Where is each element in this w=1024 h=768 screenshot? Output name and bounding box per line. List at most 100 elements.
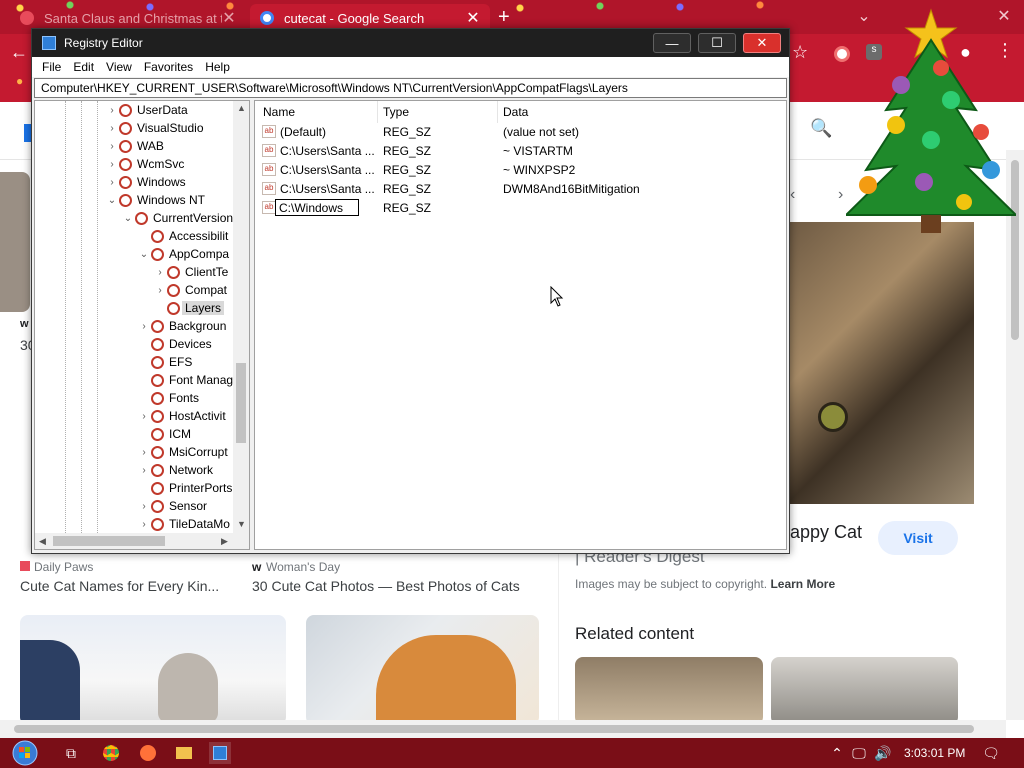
chevron-right-icon[interactable]: ›	[105, 159, 119, 170]
scroll-right-icon[interactable]: ▶	[221, 536, 228, 547]
volume-icon[interactable]: 🔊	[872, 742, 894, 764]
chevron-right-icon[interactable]: ›	[137, 447, 151, 458]
file-explorer-icon[interactable]	[173, 742, 195, 764]
tree-node[interactable]: Layers	[153, 299, 225, 317]
column-header-data[interactable]: Data	[503, 105, 528, 119]
tree-node[interactable]: › Windows	[105, 173, 185, 191]
chevron-down-icon[interactable]: ⌄	[105, 195, 119, 206]
tree-node[interactable]: › MsiCorrupt	[137, 443, 227, 461]
column-header-type[interactable]: Type	[383, 105, 409, 119]
windows-start-icon[interactable]	[6, 739, 44, 767]
taskbar-clock[interactable]: 3:03:01 PM	[904, 746, 965, 760]
chevron-left-icon[interactable]: ‹	[790, 186, 795, 204]
chevron-right-icon[interactable]: ›	[105, 105, 119, 116]
tree-node[interactable]: Fonts	[137, 389, 199, 407]
tree-node[interactable]: › Sensor	[137, 497, 207, 515]
column-divider[interactable]	[377, 101, 378, 123]
chevron-right-icon[interactable]: ›	[105, 177, 119, 188]
chrome-taskbar-icon[interactable]	[100, 742, 122, 764]
page-vertical-scrollbar[interactable]	[1006, 150, 1024, 720]
search-icon[interactable]: 🔍	[810, 118, 832, 139]
tree-node[interactable]: ICM	[137, 425, 191, 443]
chevron-right-icon[interactable]: ›	[137, 465, 151, 476]
visit-button[interactable]: Visit	[878, 521, 958, 555]
column-divider[interactable]	[497, 101, 498, 123]
result-thumbnail[interactable]	[0, 172, 30, 312]
tree-node[interactable]: › Backgroun	[137, 317, 226, 335]
chevron-up-icon[interactable]: ⌃	[826, 742, 848, 764]
chevron-right-icon[interactable]: ›	[137, 321, 151, 332]
chevron-right-icon[interactable]: ›	[137, 519, 151, 530]
registry-value-row[interactable]: ab (Default) REG_SZ (value not set)	[255, 123, 786, 142]
menu-view[interactable]: View	[100, 60, 138, 74]
tree-node[interactable]: Font Manag	[137, 371, 233, 389]
tree-node[interactable]: EFS	[137, 353, 192, 371]
tree-node[interactable]: Devices	[137, 335, 212, 353]
bookmark-icon[interactable]: ●	[16, 74, 23, 88]
maximize-button[interactable]: ☐	[698, 33, 736, 53]
result-title-womansday[interactable]: 30 Cute Cat Photos — Best Photos of Cats	[252, 578, 520, 594]
main-cat-image[interactable]	[788, 222, 974, 504]
close-tab-icon[interactable]: ✕	[466, 8, 480, 28]
chevron-right-icon[interactable]: ›	[838, 186, 843, 204]
tree-node[interactable]: › Compat	[153, 281, 227, 299]
tree-node[interactable]: › ClientTe	[153, 263, 228, 281]
tree-vertical-scrollbar[interactable]: ▲ ▼	[233, 101, 249, 533]
scrollbar-thumb[interactable]	[236, 363, 246, 443]
close-tab-icon[interactable]: ✕	[222, 8, 236, 28]
new-tab-button[interactable]: +	[498, 6, 510, 29]
star-icon[interactable]: ☆	[792, 42, 808, 63]
chevron-right-icon[interactable]: ›	[137, 411, 151, 422]
chevron-right-icon[interactable]: ›	[153, 285, 167, 296]
chevron-right-icon[interactable]: ›	[105, 141, 119, 152]
rename-value-input[interactable]	[275, 199, 359, 216]
tree-node[interactable]: ⌄ CurrentVersion	[121, 209, 233, 227]
chevron-right-icon[interactable]: ›	[153, 267, 167, 278]
kittens-orange-image[interactable]	[306, 615, 539, 725]
column-header-name[interactable]: Name	[263, 105, 295, 119]
menu-file[interactable]: File	[36, 60, 67, 74]
chevron-right-icon[interactable]: ›	[137, 501, 151, 512]
chevron-down-icon[interactable]: ⌄	[121, 213, 135, 224]
tree-node[interactable]: PrinterPorts	[137, 479, 232, 497]
tree-node[interactable]: › VisualStudio	[105, 119, 203, 137]
registry-value-row[interactable]: ab C:\Users\Santa ... REG_SZ DWM8And16BitMi…	[255, 180, 786, 199]
related-cat-image-1[interactable]	[575, 657, 763, 725]
kitten-white-image[interactable]	[20, 615, 286, 725]
registry-value-row[interactable]: ab C:\Users\Santa ... REG_SZ ~ VISTARTM	[255, 142, 786, 161]
minimize-button[interactable]: —	[653, 33, 691, 53]
tree-node[interactable]: Accessibilit	[137, 227, 228, 245]
tree-node[interactable]: ⌄ AppCompa	[137, 245, 229, 263]
tree-node[interactable]: › Network	[137, 461, 213, 479]
registry-editor-taskbar-icon[interactable]	[209, 742, 231, 764]
panel-title[interactable]: appy Cat	[790, 522, 862, 543]
tree-node[interactable]: ⌄ Windows NT	[105, 191, 205, 209]
chevron-down-icon[interactable]: ⌄	[137, 249, 151, 260]
tree-node[interactable]: › TileDataMo	[137, 515, 230, 533]
registry-value-row[interactable]: ab REG_SZ	[255, 199, 786, 218]
menu-help[interactable]: Help	[199, 60, 236, 74]
firefox-taskbar-icon[interactable]	[137, 742, 159, 764]
scrollbar-thumb[interactable]	[53, 536, 165, 546]
close-button[interactable]: ✕	[743, 33, 781, 53]
back-icon[interactable]: ←	[10, 42, 28, 63]
menu-edit[interactable]: Edit	[67, 60, 100, 74]
result-title-dailypaws[interactable]: Cute Cat Names for Every Kin...	[20, 578, 219, 594]
learn-more-link[interactable]: Learn More	[770, 577, 835, 591]
scroll-up-icon[interactable]: ▲	[237, 103, 246, 113]
window-titlebar[interactable]: Registry Editor — ☐ ✕	[32, 29, 789, 57]
page-horizontal-scrollbar[interactable]	[0, 720, 1006, 738]
scroll-down-icon[interactable]: ▼	[237, 519, 246, 529]
notifications-icon[interactable]: 🗨	[980, 742, 1002, 764]
tree-node[interactable]: › WcmSvc	[105, 155, 184, 173]
related-cat-image-2[interactable]	[771, 657, 958, 725]
tree-node[interactable]: › WAB	[105, 137, 164, 155]
registry-value-row[interactable]: ab C:\Users\Santa ... REG_SZ ~ WINXPSP2	[255, 161, 786, 180]
scroll-left-icon[interactable]: ◀	[39, 536, 46, 547]
network-icon[interactable]: 🖵	[848, 742, 870, 764]
menu-favorites[interactable]: Favorites	[138, 60, 199, 74]
scrollbar-thumb[interactable]	[14, 725, 974, 733]
address-bar[interactable]: Computer\HKEY_CURRENT_USER\Software\Micr…	[34, 78, 787, 98]
task-view-icon[interactable]: ⧉	[60, 742, 82, 764]
tree-node[interactable]: › HostActivit	[137, 407, 225, 425]
